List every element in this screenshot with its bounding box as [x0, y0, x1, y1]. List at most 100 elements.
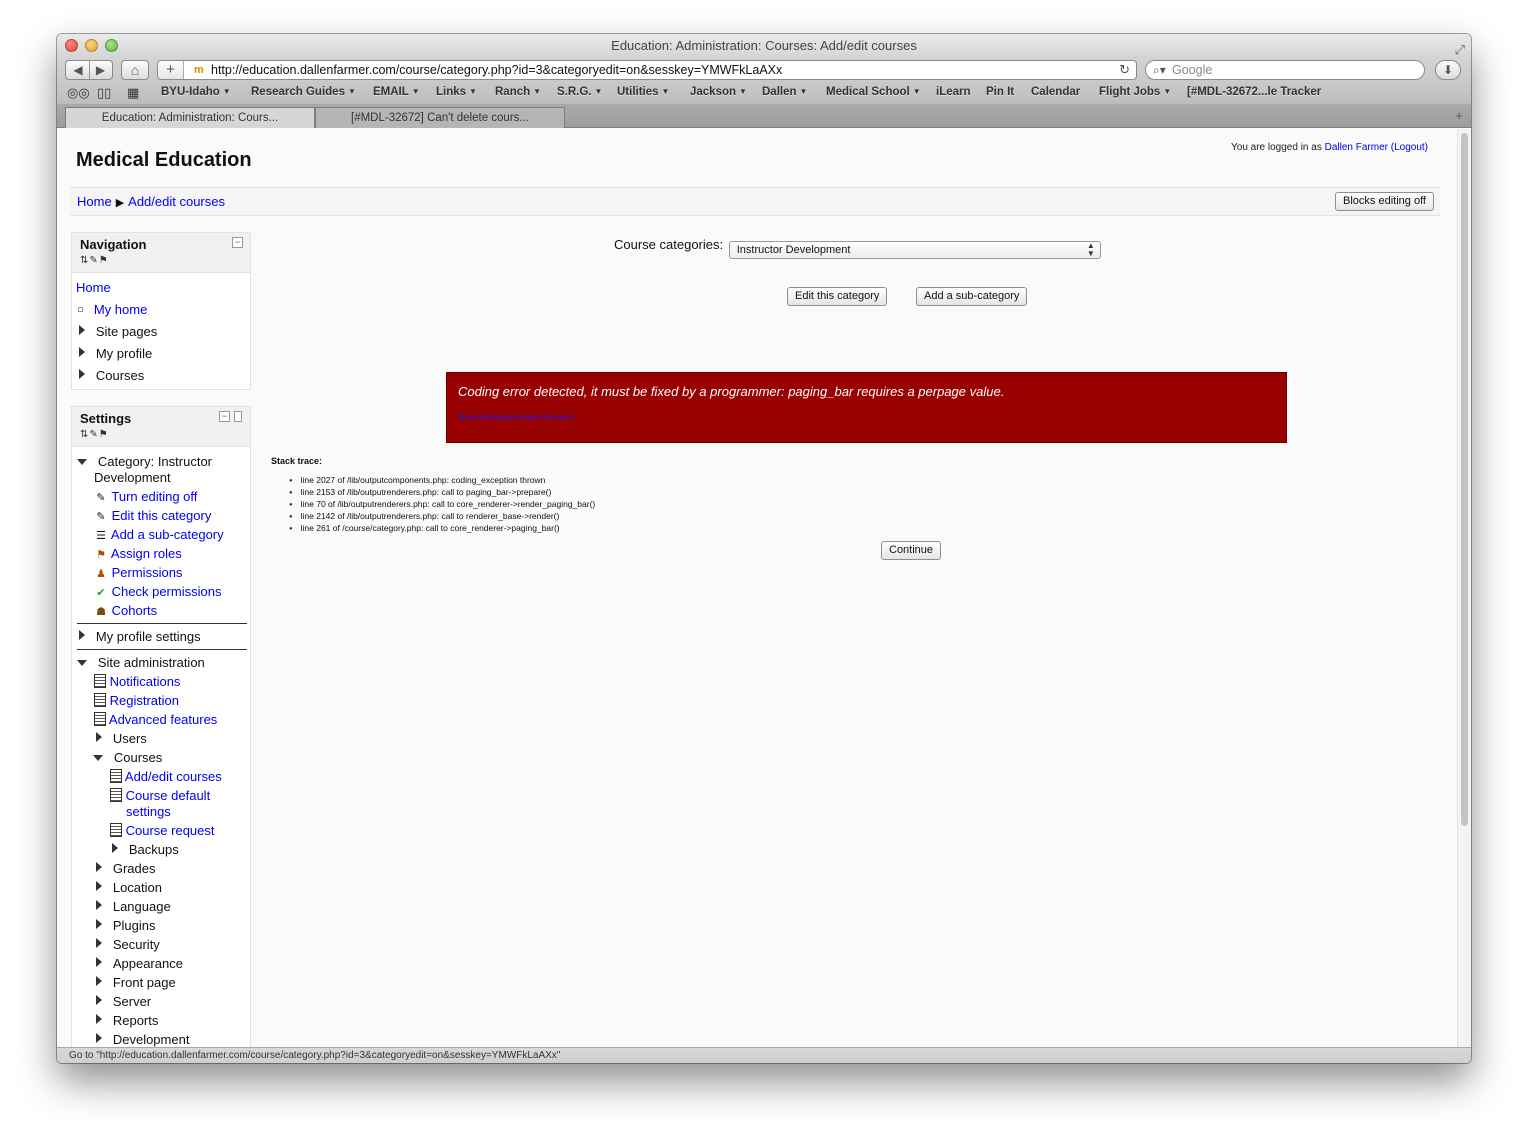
registration-link[interactable]: Registration [110, 693, 179, 708]
course-categories-select[interactable]: Instructor Development ▲ ▼ [728, 241, 1101, 259]
add-bookmark-icon[interactable]: + [158, 61, 184, 79]
zoom-window-button[interactable] [105, 39, 118, 52]
tab-education-admin[interactable]: Education: Administration: Cours... [65, 107, 315, 128]
bookmark-item[interactable]: BYU-Idaho ▼ [161, 86, 231, 98]
admin-reports[interactable]: Reports [96, 1013, 158, 1029]
back-icon[interactable]: ◀ [67, 61, 89, 79]
admin-grades[interactable]: Grades [96, 861, 155, 877]
bookmark-item[interactable]: iLearn [936, 86, 971, 98]
courses-add-edit[interactable]: Add/edit courses [110, 769, 222, 785]
nav-item-site-pages[interactable]: Site pages [79, 324, 157, 340]
top-sites-grid-icon[interactable]: ▦ [127, 85, 139, 101]
course-request-link[interactable]: Course request [126, 823, 215, 838]
nav-item-my-home[interactable]: My home [78, 302, 147, 318]
admin-courses[interactable]: Courses [93, 750, 162, 766]
reload-icon[interactable]: ↻ [1119, 61, 1130, 79]
admin-language[interactable]: Language [96, 899, 171, 915]
bookmark-item[interactable]: EMAIL ▼ [373, 86, 420, 98]
bookmark-item[interactable]: Links ▼ [436, 86, 477, 98]
permissions-link[interactable]: Permissions [112, 565, 183, 580]
settings-site-administration[interactable]: Site administration [77, 655, 205, 671]
breadcrumb-add-edit-courses[interactable]: Add/edit courses [128, 194, 225, 209]
new-tab-icon[interactable]: + [1455, 108, 1463, 123]
dock-block-icon[interactable] [234, 411, 242, 422]
admin-advanced-features[interactable]: Advanced features [94, 712, 217, 728]
add-sub-category-button[interactable]: Add a sub-category [916, 287, 1028, 306]
block-move-edit-roles-icons[interactable]: ⇅✎⚑ [80, 255, 109, 266]
home-button[interactable]: ⌂ [121, 60, 149, 80]
admin-notifications[interactable]: Notifications [94, 674, 180, 690]
nav-home-link[interactable]: Home [76, 280, 111, 295]
assign-roles-link[interactable]: Assign roles [111, 546, 182, 561]
bookmark-item[interactable]: Pin It [986, 86, 1014, 98]
minimize-window-button[interactable] [85, 39, 98, 52]
reading-list-icon[interactable]: ◎◎ [67, 85, 90, 101]
bookmark-item[interactable]: Jackson ▼ [690, 86, 747, 98]
bookmark-item[interactable]: [#MDL-32672...le Tracker [1187, 86, 1321, 98]
admin-plugins[interactable]: Plugins [96, 918, 155, 934]
add-edit-courses-link[interactable]: Add/edit courses [125, 769, 222, 784]
collapse-block-icon[interactable]: − [219, 411, 230, 422]
advanced-features-link[interactable]: Advanced features [109, 712, 217, 727]
forward-icon[interactable]: ▶ [89, 61, 111, 79]
blocks-editing-off-button[interactable]: Blocks editing off [1335, 192, 1434, 211]
turn-editing-off-link[interactable]: Turn editing off [111, 489, 197, 504]
settings-my-profile-settings[interactable]: My profile settings [79, 629, 201, 645]
url-text[interactable]: http://education.dallenfarmer.com/course… [211, 61, 782, 79]
courses-course-request[interactable]: Course request [110, 823, 215, 839]
bookmark-item[interactable]: Ranch ▼ [495, 86, 541, 98]
admin-development[interactable]: Development [96, 1032, 189, 1047]
downloads-button[interactable]: ⬇ [1435, 60, 1461, 80]
nav-item-my-profile[interactable]: My profile [79, 346, 152, 362]
breadcrumb-home[interactable]: Home [77, 194, 112, 209]
admin-appearance[interactable]: Appearance [96, 956, 183, 972]
edit-this-category-button[interactable]: Edit this category [787, 287, 888, 306]
settings-category-node[interactable]: Category: Instructor [77, 454, 212, 470]
logout-link[interactable]: (Logout) [1391, 142, 1428, 153]
nav-my-home-link[interactable]: My home [94, 302, 147, 317]
settings-check-permissions[interactable]: ✔ Check permissions [94, 584, 221, 601]
settings-add-subcategory[interactable]: ☰ Add a sub-category [94, 527, 224, 544]
nav-item-home[interactable]: Home [76, 280, 111, 296]
address-bar[interactable]: + m http://education.dallenfarmer.com/co… [157, 60, 1137, 80]
check-permissions-link[interactable]: Check permissions [112, 584, 222, 599]
bookmark-item[interactable]: Medical School ▼ [826, 86, 921, 98]
continue-button[interactable]: Continue [881, 541, 942, 560]
scrollbar-thumb[interactable] [1461, 133, 1468, 826]
course-default-settings-link-line2[interactable]: settings [126, 804, 171, 819]
close-window-button[interactable] [65, 39, 78, 52]
block-move-edit-roles-icons[interactable]: ⇅✎⚑ [80, 429, 109, 440]
settings-turn-editing-off[interactable]: ✎ Turn editing off [94, 489, 197, 506]
courses-backups[interactable]: Backups [112, 842, 179, 858]
courses-default-settings[interactable]: Course default [110, 788, 210, 804]
admin-server[interactable]: Server [96, 994, 151, 1010]
admin-front-page[interactable]: Front page [96, 975, 176, 991]
admin-location[interactable]: Location [96, 880, 162, 896]
settings-cohorts[interactable]: ☗ Cohorts [94, 603, 157, 620]
collapse-block-icon[interactable]: − [232, 237, 243, 248]
add-sub-category-link[interactable]: Add a sub-category [111, 527, 224, 542]
bookmarks-book-icon[interactable]: ▯▯ [97, 85, 111, 101]
nav-item-courses[interactable]: Courses [79, 368, 144, 384]
course-default-settings-link[interactable]: Course default [126, 788, 211, 803]
courses-default-settings-line2[interactable]: settings [126, 804, 171, 820]
bookmark-item[interactable]: Research Guides ▼ [251, 86, 356, 98]
settings-assign-roles[interactable]: ⚑ Assign roles [94, 546, 182, 563]
more-information-link[interactable]: More information about this error [458, 413, 574, 422]
settings-edit-category[interactable]: ✎ Edit this category [94, 508, 211, 525]
bookmark-item[interactable]: Flight Jobs ▼ [1099, 86, 1171, 98]
cohorts-link[interactable]: Cohorts [112, 603, 158, 618]
edit-this-category-link[interactable]: Edit this category [112, 508, 212, 523]
admin-registration[interactable]: Registration [94, 693, 179, 709]
bookmark-item[interactable]: S.R.G. ▼ [557, 86, 602, 98]
tab-mdl-tracker[interactable]: [#MDL-32672] Can't delete cours... [315, 107, 565, 128]
search-field[interactable]: ⌕▾ Google [1145, 60, 1425, 80]
settings-permissions[interactable]: ♟ Permissions [94, 565, 182, 582]
bookmark-item[interactable]: Dallen ▼ [762, 86, 807, 98]
page-scrollbar[interactable] [1457, 129, 1471, 1047]
user-profile-link[interactable]: Dallen Farmer [1325, 142, 1388, 153]
bookmark-item[interactable]: Calendar [1031, 86, 1080, 98]
notifications-link[interactable]: Notifications [110, 674, 181, 689]
admin-users[interactable]: Users [96, 731, 147, 747]
admin-security[interactable]: Security [96, 937, 160, 953]
